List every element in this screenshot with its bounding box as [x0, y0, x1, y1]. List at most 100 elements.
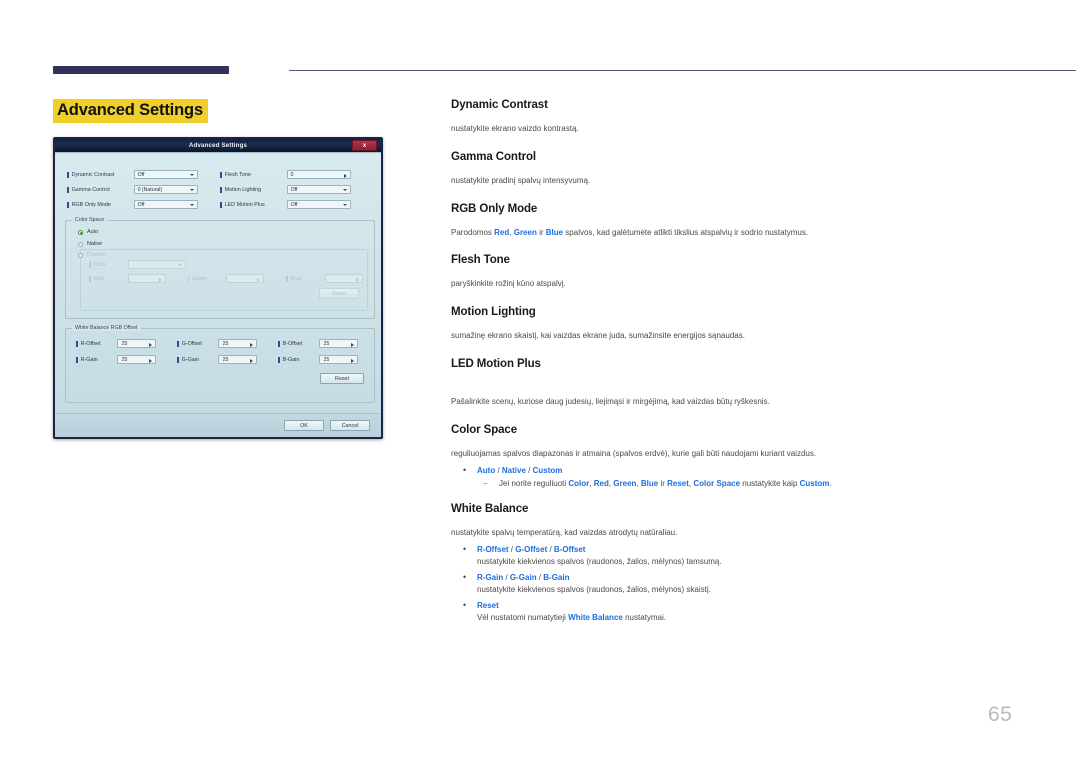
- chevron-right-icon: [148, 342, 152, 347]
- rgb-only-mode-dropdown[interactable]: Off: [133, 200, 198, 209]
- chevron-right-icon: [249, 342, 253, 347]
- setting-gamma-control: Gamma Control 0 (Natural): [67, 185, 220, 194]
- option-r-gain: R-Gain: [477, 572, 504, 582]
- custom-color-field[interactable]: Color: [89, 260, 186, 269]
- bullet-tick-icon: [220, 171, 222, 178]
- section-white-balance: White Balance nustatykite spalvų tempera…: [451, 503, 1023, 623]
- section-title: Motion Lighting: [451, 306, 536, 319]
- cancel-button[interactable]: Cancel: [330, 420, 370, 431]
- emphasis-custom: Custom: [799, 478, 830, 488]
- chevron-right-icon: [257, 277, 261, 282]
- emphasis-green: Green: [513, 227, 537, 237]
- chevron-right-icon: [148, 358, 152, 363]
- r-offset-spinner[interactable]: 25: [116, 339, 156, 348]
- close-icon[interactable]: x: [352, 140, 377, 151]
- custom-color-dropdown[interactable]: [127, 260, 186, 269]
- g-offset-spinner[interactable]: 25: [217, 339, 257, 348]
- bullet-heading: Reset: [477, 601, 1023, 610]
- custom-reset-button[interactable]: Reset: [319, 288, 359, 299]
- option-auto: Auto: [477, 465, 496, 475]
- b-gain-spinner[interactable]: 25: [318, 355, 358, 364]
- section-title: RGB Only Mode: [451, 202, 538, 215]
- section-description: sumažinę ekrano skaistį, kai vaizdas ekr…: [451, 331, 745, 341]
- custom-blue-spinner[interactable]: [324, 274, 363, 283]
- bullet-tick-icon: [177, 340, 179, 347]
- radio-label: Native: [87, 241, 103, 247]
- custom-green-spinner[interactable]: [226, 274, 265, 283]
- bullet-tick-icon: [67, 201, 69, 208]
- radio-icon-selected: [78, 229, 83, 235]
- section-description: nustatykite spalvų temperatūrą, kad vaiz…: [451, 528, 678, 538]
- header-rule: [53, 66, 1076, 76]
- section-description: nustatykite pradinį spalvų intensyvumą.: [451, 175, 591, 185]
- emphasis-red: Red: [494, 227, 510, 237]
- chevron-right-icon: [350, 342, 354, 347]
- led-motion-plus-dropdown[interactable]: Off: [286, 200, 351, 209]
- dropdown-value: Off: [290, 202, 298, 208]
- g-gain-spinner[interactable]: 25: [217, 355, 257, 364]
- spinner-value: 25: [121, 341, 128, 347]
- emphasis-blue: Blue: [640, 478, 659, 488]
- radio-icon: [78, 241, 83, 247]
- radio-native[interactable]: Native: [78, 241, 102, 247]
- bullet-tick-icon: [76, 356, 78, 363]
- b-offset-spinner[interactable]: 25: [318, 339, 358, 348]
- white-balance-group: White Balance RGB Offset R-Offset 25 G-O…: [65, 325, 375, 403]
- bullet-tick-icon: [220, 186, 222, 193]
- bullet-heading: Auto / Native / Custom: [477, 465, 563, 475]
- setting-label: Gamma Control: [71, 186, 110, 193]
- white-balance-reset-button[interactable]: Reset: [320, 373, 364, 384]
- gamma-control-dropdown[interactable]: 0 (Natural): [133, 185, 198, 194]
- motion-lighting-dropdown[interactable]: Off: [286, 185, 351, 194]
- flesh-tone-spinner[interactable]: 0: [286, 170, 351, 179]
- chevron-right-icon: [158, 277, 162, 282]
- list-item: Auto / Native / Custom Jei norite reguli…: [451, 465, 1023, 490]
- setting-label: Flesh Tone: [224, 171, 251, 178]
- radio-label: Auto: [87, 229, 99, 235]
- bullet-description: nustatykite kiekvienos spalvos (raudonos…: [477, 557, 722, 567]
- setting-label: RGB Only Mode: [71, 201, 111, 208]
- section-dynamic-contrast: Dynamic Contrast nustatykite ekrano vaiz…: [451, 99, 1023, 135]
- radio-icon: [78, 252, 83, 258]
- field-g-gain: G-Gain 25: [177, 355, 278, 364]
- chevron-right-icon: [249, 358, 253, 363]
- dropdown-value: Off: [290, 187, 298, 193]
- color-space-bullets: Auto / Native / Custom Jei norite reguli…: [451, 465, 1023, 490]
- r-gain-spinner[interactable]: 25: [116, 355, 156, 364]
- desc-part: Jei norite reguliuoti: [499, 478, 569, 488]
- color-space-group-title: Color Space: [72, 217, 108, 223]
- section-flesh-tone: Flesh Tone paryškinkite rožinį kūno atsp…: [451, 254, 1023, 290]
- custom-red-spinner[interactable]: [127, 274, 166, 283]
- field-label: Red: [93, 275, 104, 282]
- header-rule-thick: [53, 66, 229, 74]
- field-label: B-Gain: [282, 356, 300, 363]
- radio-auto[interactable]: Auto: [78, 229, 98, 235]
- desc-part: nustatykite kaip: [740, 478, 800, 488]
- option-b-offset: B-Offset: [553, 545, 586, 555]
- option-b-gain: B-Gain: [543, 572, 570, 582]
- bullet-tick-icon: [89, 275, 91, 282]
- white-balance-offset-row: R-Offset 25 G-Offset 25 B-Offset 25: [76, 339, 379, 348]
- spinner-value: 0: [290, 172, 294, 178]
- section-title: Dynamic Contrast: [451, 99, 548, 111]
- ok-button[interactable]: OK: [284, 420, 324, 431]
- field-b-offset: B-Offset 25: [278, 339, 379, 348]
- option-native: Native: [501, 465, 526, 475]
- emphasis-reset: Reset: [667, 478, 689, 488]
- setting-dynamic-contrast: Dynamic Contrast Off: [67, 170, 220, 179]
- desc-part: .: [829, 478, 832, 488]
- bullet-tick-icon: [67, 186, 69, 193]
- dynamic-contrast-dropdown[interactable]: Off: [133, 170, 198, 179]
- section-title: White Balance: [451, 503, 529, 516]
- custom-color-group: Color Red Green Blue Reset: [80, 249, 368, 311]
- dialog-titlebar: Advanced Settings x: [55, 139, 381, 153]
- emphasis-white-balance: White Balance: [568, 612, 623, 622]
- radio-custom[interactable]: Custom: [78, 252, 106, 258]
- emphasis-color: Color: [568, 478, 590, 488]
- bullet-tick-icon: [187, 275, 190, 282]
- option-custom: Custom: [532, 465, 563, 475]
- sub-list-item: Jei norite reguliuoti Color, Red, Green,…: [477, 479, 1023, 490]
- chevron-down-icon: [189, 174, 194, 176]
- emphasis-red: Red: [593, 478, 609, 488]
- field-label: R-Gain: [80, 356, 98, 363]
